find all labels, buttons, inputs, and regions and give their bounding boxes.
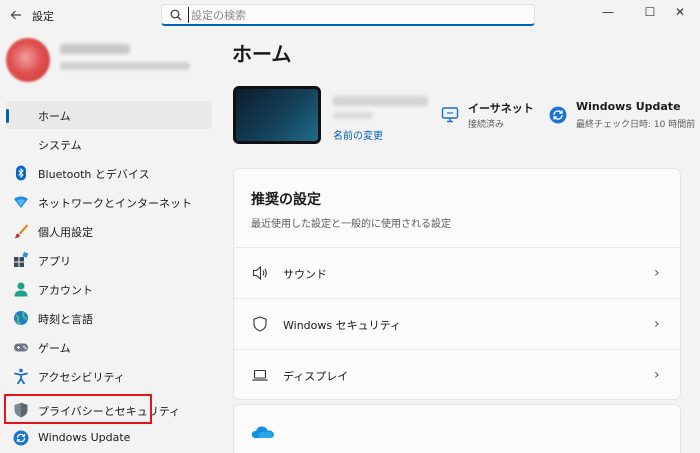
ethernet-subtitle: 接続済み — [468, 120, 505, 130]
device-name-blurred — [333, 96, 428, 106]
user-profile[interactable] — [6, 38, 206, 88]
laptop-icon — [252, 369, 268, 381]
app-title: 設定 — [32, 10, 54, 23]
windows-update-subtitle: 最終チェック日時: 10 時間前 — [576, 120, 696, 130]
title-bar: 設定 — ☐ ✕ — [0, 0, 700, 30]
chevron-right-icon: › — [654, 265, 660, 281]
recommended-item-windows-security[interactable]: Windows セキュリティ › — [234, 298, 680, 349]
recommended-subtitle: 最近使用した設定と一般的に使用される設定 — [251, 219, 451, 230]
recommended-settings-card: 推奨の設定 最近使用した設定と一般的に使用される設定 サウンド › Window… — [233, 168, 681, 400]
time-language-icon — [14, 311, 28, 325]
profile-name-blurred — [60, 44, 130, 54]
recommended-item-display[interactable]: ディスプレイ › — [234, 349, 680, 400]
device-model-blurred — [333, 112, 373, 119]
device-thumbnail — [233, 86, 321, 144]
bluetooth-icon — [16, 165, 26, 181]
onedrive-cloud-icon — [251, 426, 274, 438]
sidebar-item-label: Bluetooth とデバイス — [38, 168, 150, 181]
recommended-item-label: Windows セキュリティ — [283, 319, 401, 332]
sidebar-item-label: アプリ — [38, 255, 71, 268]
personalization-icon — [14, 224, 28, 239]
sidebar-item-windows-update[interactable]: Windows Update — [6, 424, 212, 452]
back-button[interactable] — [6, 5, 26, 25]
sidebar-item-label: ゲーム — [38, 342, 71, 355]
network-icon — [14, 196, 28, 208]
sidebar-item-gaming[interactable]: ゲーム — [6, 333, 212, 361]
back-arrow-icon — [10, 10, 21, 20]
sidebar-item-home[interactable]: ホーム — [6, 101, 212, 129]
speaker-icon — [252, 265, 267, 281]
search-icon — [170, 9, 182, 21]
windows-update-title: Windows Update — [576, 100, 681, 113]
sidebar-item-time-language[interactable]: 時刻と言語 — [6, 304, 212, 332]
sidebar-item-apps[interactable]: アプリ — [6, 246, 212, 274]
sidebar-item-label: 個人用設定 — [38, 226, 93, 239]
sidebar-item-accounts[interactable]: アカウント — [6, 275, 212, 303]
page-title: ホーム — [232, 42, 292, 66]
chevron-right-icon: › — [654, 367, 660, 383]
sidebar-item-bluetooth[interactable]: Bluetooth とデバイス — [6, 159, 212, 187]
sidebar-item-label: システム — [38, 139, 82, 152]
sidebar-item-personalization[interactable]: 個人用設定 — [6, 217, 212, 245]
profile-email-blurred — [60, 62, 190, 70]
sidebar-item-accessibility[interactable]: アクセシビリティ — [6, 362, 212, 390]
sidebar-item-label: アクセシビリティ — [38, 371, 125, 384]
search-box[interactable] — [161, 4, 535, 26]
gaming-icon — [14, 343, 28, 352]
windows-update-icon — [549, 106, 567, 124]
sidebar-item-system[interactable]: システム — [6, 130, 212, 158]
windows-update-icon — [13, 430, 29, 446]
avatar — [6, 38, 50, 82]
highlight-annotation-box — [4, 394, 152, 424]
recommended-item-label: ディスプレイ — [283, 370, 349, 383]
recommended-item-label: サウンド — [283, 268, 327, 281]
shield-icon — [253, 316, 267, 332]
search-input[interactable] — [188, 7, 518, 23]
rename-device-link[interactable]: 名前の変更 — [333, 127, 383, 142]
sidebar-item-network[interactable]: ネットワークとインターネット — [6, 188, 212, 216]
account-icon — [14, 282, 28, 297]
onedrive-card — [233, 404, 681, 453]
active-indicator — [6, 109, 9, 123]
ethernet-status[interactable]: イーサネット 接続済み — [441, 100, 541, 132]
accessibility-icon — [14, 368, 28, 384]
sidebar-item-label: Windows Update — [38, 431, 131, 444]
chevron-right-icon: › — [654, 316, 660, 332]
ethernet-title: イーサネット — [468, 102, 534, 115]
minimize-button[interactable]: — — [588, 0, 628, 26]
windows-update-status[interactable]: Windows Update 最終チェック日時: 10 時間前 — [549, 100, 695, 132]
sidebar-item-label: ネットワークとインターネット — [38, 197, 192, 210]
sidebar-item-label: 時刻と言語 — [38, 313, 93, 326]
close-button[interactable]: ✕ — [660, 0, 700, 26]
recommended-title: 推奨の設定 — [251, 192, 321, 208]
sidebar-item-label: アカウント — [38, 284, 93, 297]
ethernet-icon — [441, 107, 459, 123]
apps-icon — [14, 252, 29, 267]
sidebar-item-label: ホーム — [38, 110, 71, 123]
recommended-item-sound[interactable]: サウンド › — [234, 247, 680, 298]
